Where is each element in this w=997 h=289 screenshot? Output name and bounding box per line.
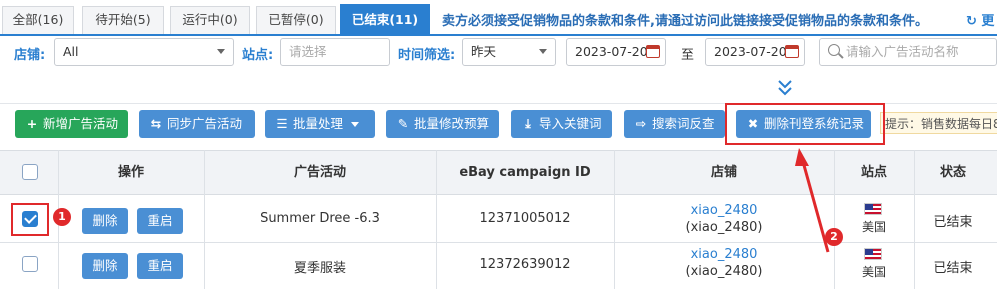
import-keywords-button[interactable]: ⤓ 导入关键词 [511, 110, 612, 138]
edit-icon: ✎ [397, 116, 409, 131]
terms-notice[interactable]: 卖方必须接受促销物品的条款和条件,请通过访问此链接接受促销物品的条款和条件。 [442, 10, 928, 29]
refresh-icon[interactable]: ↻ 更 [966, 10, 994, 29]
annotation-marker-2: 2 [825, 228, 843, 246]
delete-row-button[interactable]: 删除 [82, 253, 128, 279]
campaign-name: Summer Dree -6.3 [260, 211, 380, 226]
shop-label: 店铺: [14, 48, 46, 63]
campaign-search-placeholder: 请输入广告活动名称 [846, 44, 959, 59]
time-filter-label: 时间筛选: [398, 48, 456, 63]
calendar-icon[interactable] [785, 45, 799, 58]
highlight-box-delete-records [725, 103, 885, 145]
import-keywords-label: 导入关键词 [539, 116, 602, 131]
restart-row-button[interactable]: 重启 [137, 208, 183, 234]
date-start-input[interactable]: 2023-07-20 [566, 38, 666, 66]
tab-running[interactable]: 运行中(0) [170, 6, 250, 34]
us-flag-icon [864, 203, 882, 215]
status-text: 已结束 [933, 261, 973, 276]
row-checkbox[interactable] [22, 256, 38, 272]
sales-data-hint: 提示：销售数据每日8 [880, 112, 997, 134]
highlight-box-checkbox [11, 203, 49, 236]
plus-icon: + [26, 116, 38, 131]
header-campaign-id: eBay campaign ID [459, 165, 591, 180]
tab-ended[interactable]: 已结束(11) [340, 4, 430, 36]
add-campaign-label: 新增广告活动 [43, 116, 119, 131]
batch-budget-label: 批量修改预算 [414, 116, 490, 131]
add-campaign-button[interactable]: + 新增广告活动 [15, 110, 128, 138]
search-icon [828, 44, 840, 56]
annotation-marker-1: 1 [53, 208, 71, 226]
site-select-placeholder: 请选择 [289, 44, 327, 59]
batch-budget-button[interactable]: ✎ 批量修改预算 [386, 110, 499, 138]
tab-all[interactable]: 全部(16) [2, 6, 74, 34]
shop-account: (xiao_2480) [685, 220, 763, 235]
header-campaign: 广告活动 [293, 165, 346, 180]
header-site: 站点 [860, 165, 887, 180]
site-select[interactable]: 请选择 [280, 38, 390, 66]
header-status: 状态 [939, 165, 966, 180]
row-divider [0, 242, 997, 243]
status-text: 已结束 [933, 215, 973, 230]
campaign-search-input[interactable]: 请输入广告活动名称 [819, 38, 997, 66]
time-select-value: 昨天 [471, 44, 497, 59]
site-label: 站点: [242, 48, 274, 63]
search-term-reverse-button[interactable]: ⇨ 搜索词反查 [624, 110, 725, 138]
sync-campaign-label: 同步广告活动 [167, 116, 243, 131]
calendar-icon[interactable] [646, 45, 660, 58]
shop-select-value: All [63, 44, 79, 59]
date-separator: 至 [681, 48, 695, 63]
header-shop: 店铺 [710, 165, 737, 180]
campaign-id: 12371005012 [479, 211, 571, 226]
campaign-id: 12372639012 [479, 257, 571, 272]
list-icon: ☰ [276, 116, 288, 131]
campaign-name: 夏季服装 [293, 261, 346, 276]
shop-link[interactable]: xiao_2480 [614, 247, 834, 262]
shop-select[interactable]: All [54, 38, 234, 66]
batch-process-label: 批量处理 [293, 116, 344, 131]
search-term-reverse-label: 搜索词反查 [652, 116, 715, 131]
restart-row-button[interactable]: 重启 [137, 253, 183, 279]
chevron-down-icon [351, 122, 360, 127]
chevron-down-icon [539, 49, 547, 54]
double-chevron-down-icon[interactable] [776, 78, 794, 98]
us-flag-icon [864, 248, 882, 260]
tab-pending[interactable]: 待开始(5) [82, 6, 164, 34]
chevron-down-icon [217, 49, 225, 54]
shop-account: (xiao_2480) [685, 264, 763, 279]
arrow-right-icon: ⇨ [635, 116, 647, 131]
download-icon: ⤓ [525, 116, 531, 131]
site-name: 美国 [861, 220, 886, 234]
header-actions: 操作 [117, 165, 144, 180]
shop-link[interactable]: xiao_2480 [614, 203, 834, 218]
sync-icon: ⇆ [150, 116, 162, 131]
site-name: 美国 [861, 265, 886, 279]
date-end-value: 2023-07-20 [714, 44, 787, 59]
date-start-value: 2023-07-20 [575, 44, 648, 59]
date-end-input[interactable]: 2023-07-20 [705, 38, 805, 66]
delete-row-button[interactable]: 删除 [82, 208, 128, 234]
batch-process-button[interactable]: ☰ 批量处理 [265, 110, 375, 138]
tab-paused[interactable]: 已暂停(0) [256, 6, 336, 34]
sync-campaign-button[interactable]: ⇆ 同步广告活动 [139, 110, 255, 138]
time-select[interactable]: 昨天 [462, 38, 556, 66]
select-all-checkbox[interactable] [22, 164, 38, 180]
